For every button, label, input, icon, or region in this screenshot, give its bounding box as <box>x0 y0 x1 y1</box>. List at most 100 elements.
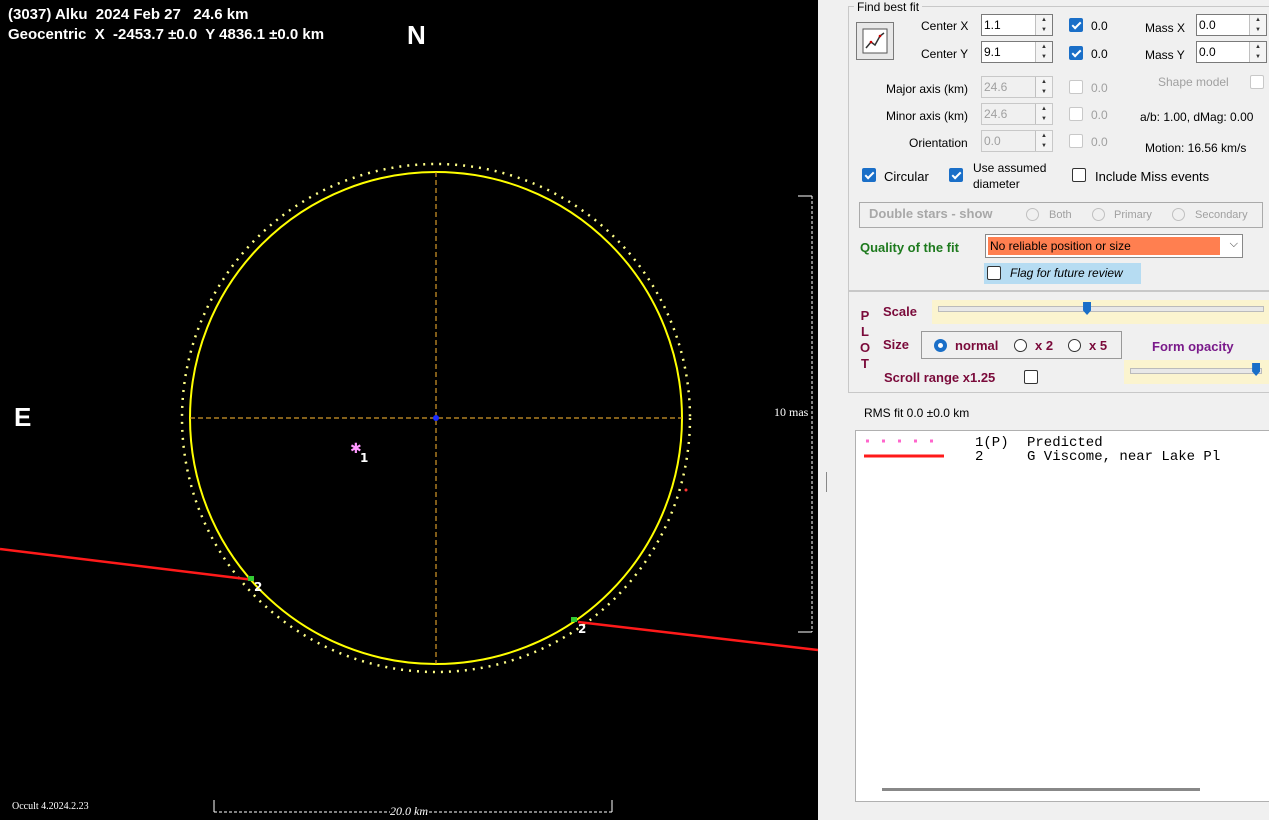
scroll-range-checkbox[interactable] <box>1024 370 1038 384</box>
chord-label-left: 2 <box>254 580 263 594</box>
opacity-slider[interactable] <box>1124 360 1269 384</box>
scale-label: 10 mas <box>774 405 809 420</box>
radio-primary-label: Primary <box>1114 209 1152 221</box>
ab-dmag-text: a/b: 1.00, dMag: 0.00 <box>1140 110 1254 124</box>
radio-both[interactable] <box>1026 208 1039 221</box>
chord-end-marker-right <box>571 617 577 622</box>
scale-label: Scale <box>883 304 917 319</box>
control-panel: Find best fit Center X ▲▼ 0.0 Mass X ▲▼ … <box>818 0 1269 820</box>
radio-secondary[interactable] <box>1172 208 1185 221</box>
size-x5-label: x 5 <box>1089 338 1108 353</box>
orientation-input[interactable] <box>984 133 1028 148</box>
spin-down-icon[interactable]: ▼ <box>1249 25 1266 35</box>
spin-down-icon[interactable]: ▼ <box>1035 52 1052 62</box>
plot-letter: T <box>861 356 869 371</box>
plot-canvas[interactable]: ✱ (3037) Alku 2024 Feb 27 24.6 km Geocen… <box>0 0 818 820</box>
double-stars-label: Double stars - show <box>869 206 993 221</box>
minor-axis-spinner[interactable]: ▲▼ <box>981 103 1053 125</box>
plot-graphic: ✱ <box>0 162 818 813</box>
plot-letter: P <box>860 308 870 323</box>
include-miss-label: Include Miss events <box>1095 169 1210 184</box>
size-x2-label: x 2 <box>1035 338 1054 353</box>
minor-axis-input[interactable] <box>984 106 1028 121</box>
scale-slider-track <box>938 306 1264 312</box>
scale-slider-thumb[interactable] <box>1083 302 1092 315</box>
horizontal-scrollbar[interactable] <box>882 788 1200 791</box>
legend-row-num: 2 <box>975 449 984 465</box>
radio-primary[interactable] <box>1092 208 1105 221</box>
center-x-label: Center X <box>921 19 969 33</box>
plot-title-line1: (3037) Alku 2024 Feb 27 24.6 km <box>8 6 249 23</box>
minor-axis-check-value: 0.0 <box>1091 108 1108 122</box>
legend-row-text: G Viscome, near Lake Pl <box>1027 449 1221 465</box>
version-label: Occult 4.2024.2.23 <box>12 801 89 812</box>
use-assumed-diameter-checkbox[interactable] <box>949 168 963 182</box>
major-axis-checkbox[interactable] <box>1069 80 1083 94</box>
mass-x-input[interactable] <box>1199 17 1243 32</box>
center-x-input[interactable] <box>984 17 1028 32</box>
orientation-spinner[interactable]: ▲▼ <box>981 130 1053 152</box>
spin-down-icon[interactable]: ▼ <box>1035 141 1052 151</box>
size-normal-label: normal <box>955 338 999 353</box>
spin-down-icon[interactable]: ▼ <box>1035 25 1052 35</box>
spin-down-icon[interactable]: ▼ <box>1249 52 1266 62</box>
center-y-checkbox[interactable] <box>1069 46 1083 60</box>
spin-down-icon[interactable]: ▼ <box>1035 114 1052 124</box>
rms-fit-label: RMS fit 0.0 ±0.0 km <box>864 406 970 420</box>
center-y-input[interactable] <box>984 44 1028 59</box>
best-fit-group-title: Find best fit <box>854 0 923 14</box>
size-x5-radio[interactable] <box>1068 339 1081 352</box>
circular-checkbox[interactable] <box>862 168 876 182</box>
splitter-grip[interactable] <box>826 472 829 492</box>
center-x-spinner[interactable]: ▲▼ <box>981 14 1053 36</box>
mass-x-spinner[interactable]: ▲▼ <box>1196 14 1267 36</box>
legend-symbols <box>864 439 944 458</box>
north-label: N <box>407 20 426 50</box>
use-assumed-label-1: Use assumed <box>973 161 1047 175</box>
orientation-checkbox[interactable] <box>1069 134 1083 148</box>
chord-left <box>0 547 255 582</box>
center-y-spinner[interactable]: ▲▼ <box>981 41 1053 63</box>
flag-review-checkbox[interactable] <box>987 266 1001 280</box>
mass-y-label: Mass Y <box>1145 48 1185 62</box>
scroll-range-label: Scroll range x1.25 <box>884 370 996 385</box>
plot-title-line2: Geocentric X -2453.7 ±0.0 Y 4836.1 ±0.0 … <box>8 26 325 43</box>
shape-model-checkbox[interactable] <box>1250 75 1264 89</box>
size-normal-radio[interactable] <box>934 339 947 352</box>
chord-label-right: 2 <box>578 622 587 636</box>
radio-secondary-label: Secondary <box>1195 209 1248 221</box>
opacity-slider-track <box>1130 368 1262 374</box>
scale-slider[interactable] <box>932 300 1269 324</box>
orientation-check-value: 0.0 <box>1091 135 1108 149</box>
mass-y-spinner[interactable]: ▲▼ <box>1196 41 1267 63</box>
orientation-label: Orientation <box>909 136 968 150</box>
mass-y-input[interactable] <box>1199 44 1243 59</box>
center-y-label: Center Y <box>921 47 969 61</box>
observer-legend-list[interactable]: 1(P) Predicted 2 G Viscome, near Lake Pl <box>855 430 1269 802</box>
graph-fit-icon <box>862 28 888 54</box>
minor-axis-label: Minor axis (km) <box>886 109 969 123</box>
find-best-fit-button[interactable] <box>856 22 894 60</box>
east-label: E <box>14 402 32 432</box>
major-axis-check-value: 0.0 <box>1091 81 1108 95</box>
center-x-checkbox[interactable] <box>1069 18 1083 32</box>
opacity-slider-thumb[interactable] <box>1252 363 1261 376</box>
use-assumed-label-2: diameter <box>973 177 1020 191</box>
center-y-check-value: 0.0 <box>1091 47 1108 61</box>
center-dot <box>433 415 439 421</box>
quality-select[interactable]: No reliable position or size ⌵ <box>985 234 1243 258</box>
include-miss-checkbox[interactable] <box>1072 168 1086 182</box>
spin-down-icon[interactable]: ▼ <box>1035 87 1052 97</box>
size-label: Size <box>883 337 910 352</box>
major-axis-input[interactable] <box>984 79 1028 94</box>
distance-label: 20.0 km <box>390 804 428 819</box>
shape-model-label: Shape model <box>1158 75 1229 89</box>
flag-review-label: Flag for future review <box>1010 266 1123 280</box>
circular-label: Circular <box>884 169 929 184</box>
major-axis-spinner[interactable]: ▲▼ <box>981 76 1053 98</box>
minor-axis-checkbox[interactable] <box>1069 107 1083 121</box>
motion-text: Motion: 16.56 km/s <box>1145 141 1247 155</box>
chevron-down-icon: ⌵ <box>1229 238 1238 250</box>
quality-value: No reliable position or size <box>988 237 1220 255</box>
size-x2-radio[interactable] <box>1014 339 1027 352</box>
